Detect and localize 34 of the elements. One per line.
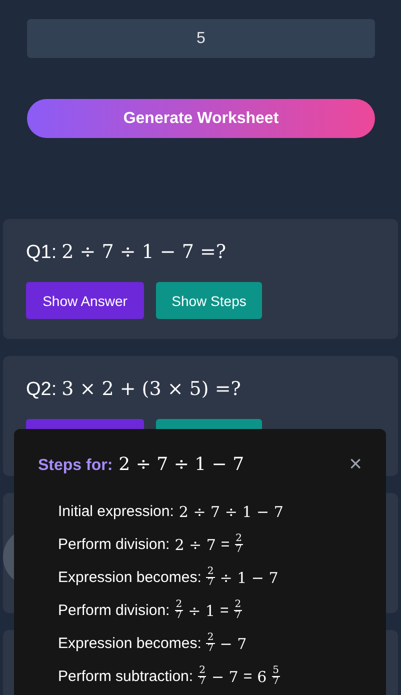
step-math: ÷ 1 (188, 602, 215, 620)
fraction: 5 7 (272, 666, 280, 687)
fraction: 2 7 (198, 666, 206, 687)
fraction: 2 7 (206, 567, 215, 588)
fraction: 2 7 (234, 534, 244, 555)
step-math: 2 ÷ 7 (174, 536, 216, 554)
step-math: 2 ÷ 7 ÷ 1 − 7 (178, 502, 284, 520)
question-label: Q2: (26, 379, 57, 401)
step-label: Perform division: (58, 536, 170, 553)
step-label: Initial expression: (58, 503, 174, 520)
step-label: Perform subtraction: (58, 668, 194, 685)
fraction: 2 7 (174, 600, 184, 621)
equals-sign: = (243, 668, 252, 685)
count-field[interactable]: 5 (27, 19, 375, 58)
equals-sign: = (220, 536, 230, 553)
generate-button[interactable]: Generate Worksheet (27, 99, 375, 138)
step-label: Expression becomes: (58, 635, 202, 652)
dialog-title: Steps for: (38, 456, 113, 474)
step-math: ÷ 1 − 7 (220, 568, 278, 586)
close-button[interactable]: × (349, 451, 362, 477)
show-steps-button[interactable]: Show Steps (156, 282, 262, 319)
step-math: − 7 (220, 634, 247, 652)
step-label: Perform division: (58, 602, 170, 619)
question-label: Q1: (26, 242, 57, 264)
step-label: Expression becomes: (58, 569, 202, 586)
fraction: 2 7 (206, 633, 215, 654)
question-expression: 3 × 2 + (3 × 5) =? (62, 378, 241, 400)
question-expression: 2 ÷ 7 ÷ 1 − 7 =? (62, 241, 226, 263)
show-answer-button[interactable]: Show Answer (26, 282, 144, 319)
equals-sign: = (220, 602, 229, 619)
step-math: − 7 (211, 668, 238, 686)
fraction: 2 7 (234, 600, 242, 621)
dialog-expression: 2 ÷ 7 ÷ 1 − 7 (118, 454, 244, 474)
step-math: 6 (257, 668, 267, 686)
